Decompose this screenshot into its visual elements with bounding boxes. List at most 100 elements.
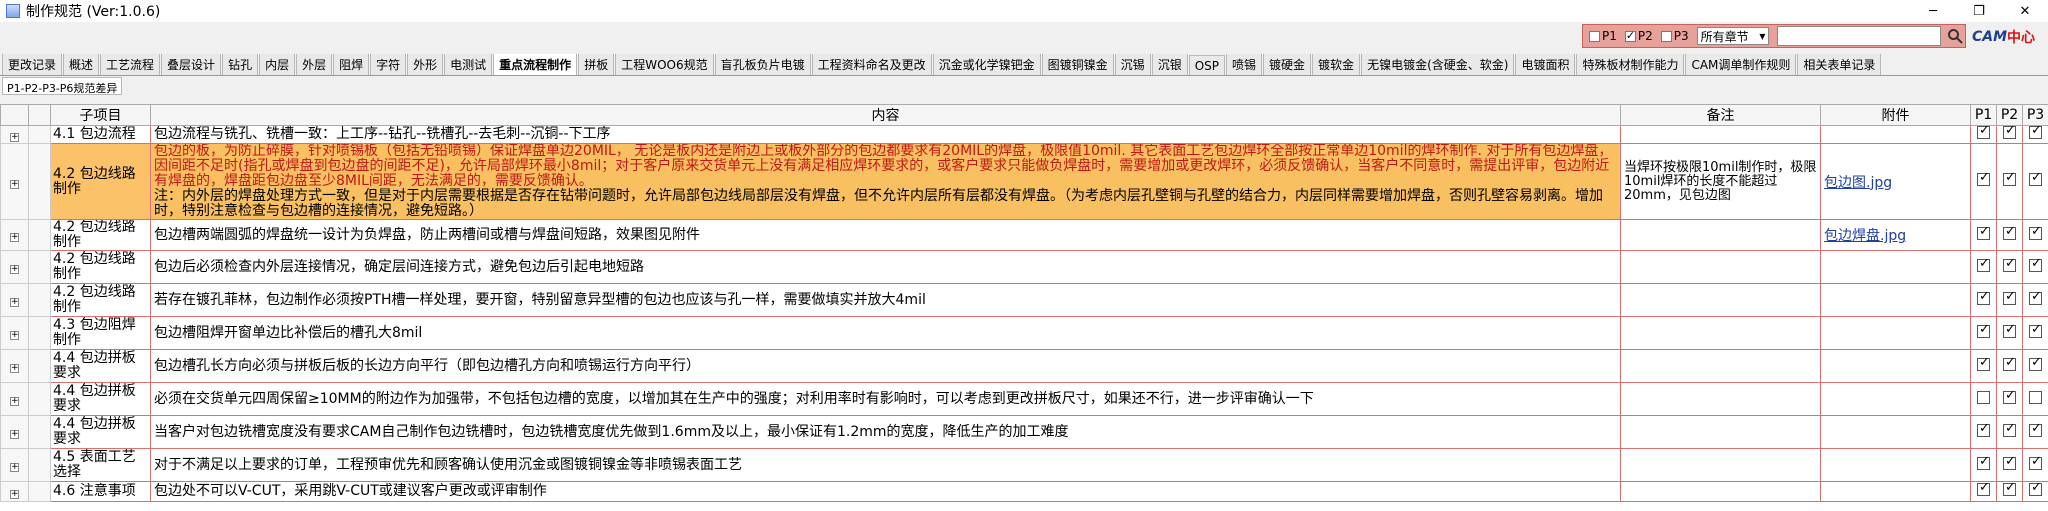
search-button[interactable] (1945, 25, 1965, 47)
p3-checkbox[interactable] (2029, 224, 2042, 240)
search-input[interactable] (1777, 26, 1941, 46)
row-attachment-link[interactable] (1820, 250, 1971, 284)
col-content-header[interactable]: 内容 (150, 104, 1621, 126)
row-selector[interactable] (28, 382, 51, 416)
p2-checkbox[interactable] (2003, 454, 2016, 470)
expand-toggle[interactable]: + (0, 448, 29, 482)
table-row[interactable]: +4.4 包边拼板要求 包边槽孔长方向必须与拼板后板的长边方向平行（即包边槽孔方向… (0, 349, 2048, 383)
table-row[interactable]: +4.2 包边线路制作 包边的板，为防止碎膜，针对喷锡板（包括无铅喷锡）保证焊盘单… (0, 143, 2048, 220)
p3-checkbox[interactable] (2029, 289, 2042, 305)
col-att-header[interactable]: 附件 (1820, 104, 1971, 126)
table-row[interactable]: +4.6 注意事项 包边处不可以V-CUT，采用跳V-CUT或建议客户更改或评审制… (0, 481, 2048, 502)
p3-checkbox[interactable] (2029, 355, 2042, 371)
tab-22[interactable]: 镀硬金 (1263, 54, 1312, 75)
row-attachment-link[interactable] (1820, 382, 1971, 416)
p2-cell[interactable] (1996, 143, 2023, 220)
expand-toggle[interactable]: + (0, 219, 29, 251)
p1-checkbox[interactable] (1977, 224, 1990, 240)
tab-28[interactable]: 相关表单记录 (1797, 54, 1882, 75)
p2-checkbox[interactable] (2003, 256, 2016, 272)
row-attachment-link[interactable] (1820, 316, 1971, 350)
table-row[interactable]: +4.2 包边线路制作 若存在镀孔菲林，包边制作必须按PTH槽一样处理，要开窗，特… (0, 283, 2048, 317)
table-row[interactable]: +4.4 包边拼板要求 当客户对包边铣槽宽度没有要求CAM自己制作包边铣槽时，包边… (0, 415, 2048, 449)
minimize-button[interactable]: ─ (1910, 0, 1956, 22)
tab-18[interactable]: 沉锡 (1114, 54, 1151, 75)
row-selector[interactable] (28, 316, 51, 350)
tab-5[interactable]: 内层 (259, 54, 296, 75)
row-selector[interactable] (28, 448, 51, 482)
tab-6[interactable]: 外层 (296, 54, 333, 75)
tab-3[interactable]: 叠层设计 (161, 54, 222, 75)
expand-toggle[interactable]: + (0, 283, 29, 317)
expand-toggle[interactable]: + (0, 382, 29, 416)
expand-toggle[interactable]: + (0, 415, 29, 449)
tab-13[interactable]: 工程WOO6规范 (615, 54, 714, 75)
p3-cell[interactable] (2022, 125, 2048, 144)
restore-button[interactable]: ❐ (1956, 0, 2002, 22)
p1-checkbox[interactable] (1977, 483, 1990, 496)
tab-24[interactable]: 无镍电镀金(含硬金、软金) (1361, 54, 1515, 75)
row-selector[interactable] (28, 283, 51, 317)
tab-11[interactable]: 重点流程制作 (493, 54, 578, 75)
p1-cell[interactable] (1970, 448, 1997, 482)
table-row[interactable]: +4.3 包边阻焊制作 包边槽阻焊开窗单边比补偿后的槽孔大8mil (0, 316, 2048, 350)
p2-checkbox[interactable] (2003, 483, 2016, 496)
p3-filter[interactable]: P3 (1660, 29, 1689, 43)
table-row[interactable]: +4.2 包边线路制作 包边后必须检查内外层连接情况，确定层间连接方式，避免包边后… (0, 250, 2048, 284)
tab-16[interactable]: 沉金或化学镍钯金 (932, 54, 1041, 75)
p2-checkbox[interactable] (2003, 289, 2016, 305)
row-attachment-link[interactable]: 包边图.jpg (1820, 143, 1971, 220)
p1-filter[interactable]: P1 (1589, 29, 1617, 43)
row-selector[interactable] (28, 125, 51, 144)
tab-10[interactable]: 电测试 (444, 54, 493, 75)
p1-cell[interactable] (1970, 219, 1997, 251)
p1-cell[interactable] (1970, 481, 1997, 502)
p3-cell[interactable] (2022, 481, 2048, 502)
table-row[interactable]: +4.4 包边拼板要求 必须在交货单元四周保留≥10MM的附边作为加强带，不包括包… (0, 382, 2048, 416)
row-selector[interactable] (28, 219, 51, 251)
row-attachment-link[interactable] (1820, 283, 1971, 317)
p2-checkbox[interactable] (2003, 322, 2016, 338)
row-selector[interactable] (28, 250, 51, 284)
expand-toggle[interactable]: + (0, 481, 29, 502)
row-attachment-link[interactable] (1820, 448, 1971, 482)
tab-2[interactable]: 工艺流程 (100, 54, 161, 75)
p3-cell[interactable] (2022, 143, 2048, 220)
tab-21[interactable]: 喷锡 (1226, 54, 1263, 75)
tab-p1-p2-p3-p6[interactable]: P1-P2-P3-P6规范差异 (2, 77, 123, 95)
p3-cell[interactable] (2022, 283, 2048, 317)
tab-8[interactable]: 字符 (370, 54, 407, 75)
close-button[interactable]: ✕ (2002, 0, 2048, 22)
p3-checkbox[interactable] (2029, 322, 2042, 338)
p3-cell[interactable] (2022, 448, 2048, 482)
tab-23[interactable]: 镀软金 (1312, 54, 1361, 75)
col-p3-header[interactable]: P3 (2022, 104, 2048, 126)
p1-checkbox[interactable] (1977, 390, 1990, 404)
p3-checkbox[interactable] (2029, 126, 2042, 139)
p1-checkbox[interactable] (1589, 30, 1600, 42)
p1-cell[interactable] (1970, 349, 1997, 383)
row-attachment-link[interactable] (1820, 125, 1971, 144)
p2-checkbox[interactable] (2003, 388, 2016, 404)
expand-toggle[interactable]: + (0, 316, 29, 350)
tab-25[interactable]: 电镀面积 (1515, 54, 1576, 75)
row-selector[interactable] (28, 349, 51, 383)
p3-checkbox[interactable] (2029, 170, 2042, 186)
p1-checkbox[interactable] (1977, 289, 1990, 305)
tab-4[interactable]: 钻孔 (222, 54, 259, 75)
tab-26[interactable]: 特殊板材制作能力 (1576, 54, 1685, 75)
p3-checkbox[interactable] (2029, 256, 2042, 272)
tab-17[interactable]: 图镀铜镍金 (1041, 54, 1114, 75)
p1-checkbox[interactable] (1977, 322, 1990, 338)
p2-checkbox[interactable] (1624, 29, 1636, 42)
p3-checkbox[interactable] (2029, 390, 2042, 404)
tab-14[interactable]: 盲孔板负片电镀 (714, 54, 811, 75)
col-note-header[interactable]: 备注 (1620, 104, 1821, 126)
p2-checkbox[interactable] (2003, 355, 2016, 371)
p2-cell[interactable] (1996, 382, 2023, 416)
tab-12[interactable]: 拼板 (578, 54, 615, 75)
p2-cell[interactable] (1996, 283, 2023, 317)
p2-cell[interactable] (1996, 448, 2023, 482)
col-sub-header[interactable]: 子项目 (50, 104, 151, 126)
p2-cell[interactable] (1996, 349, 2023, 383)
